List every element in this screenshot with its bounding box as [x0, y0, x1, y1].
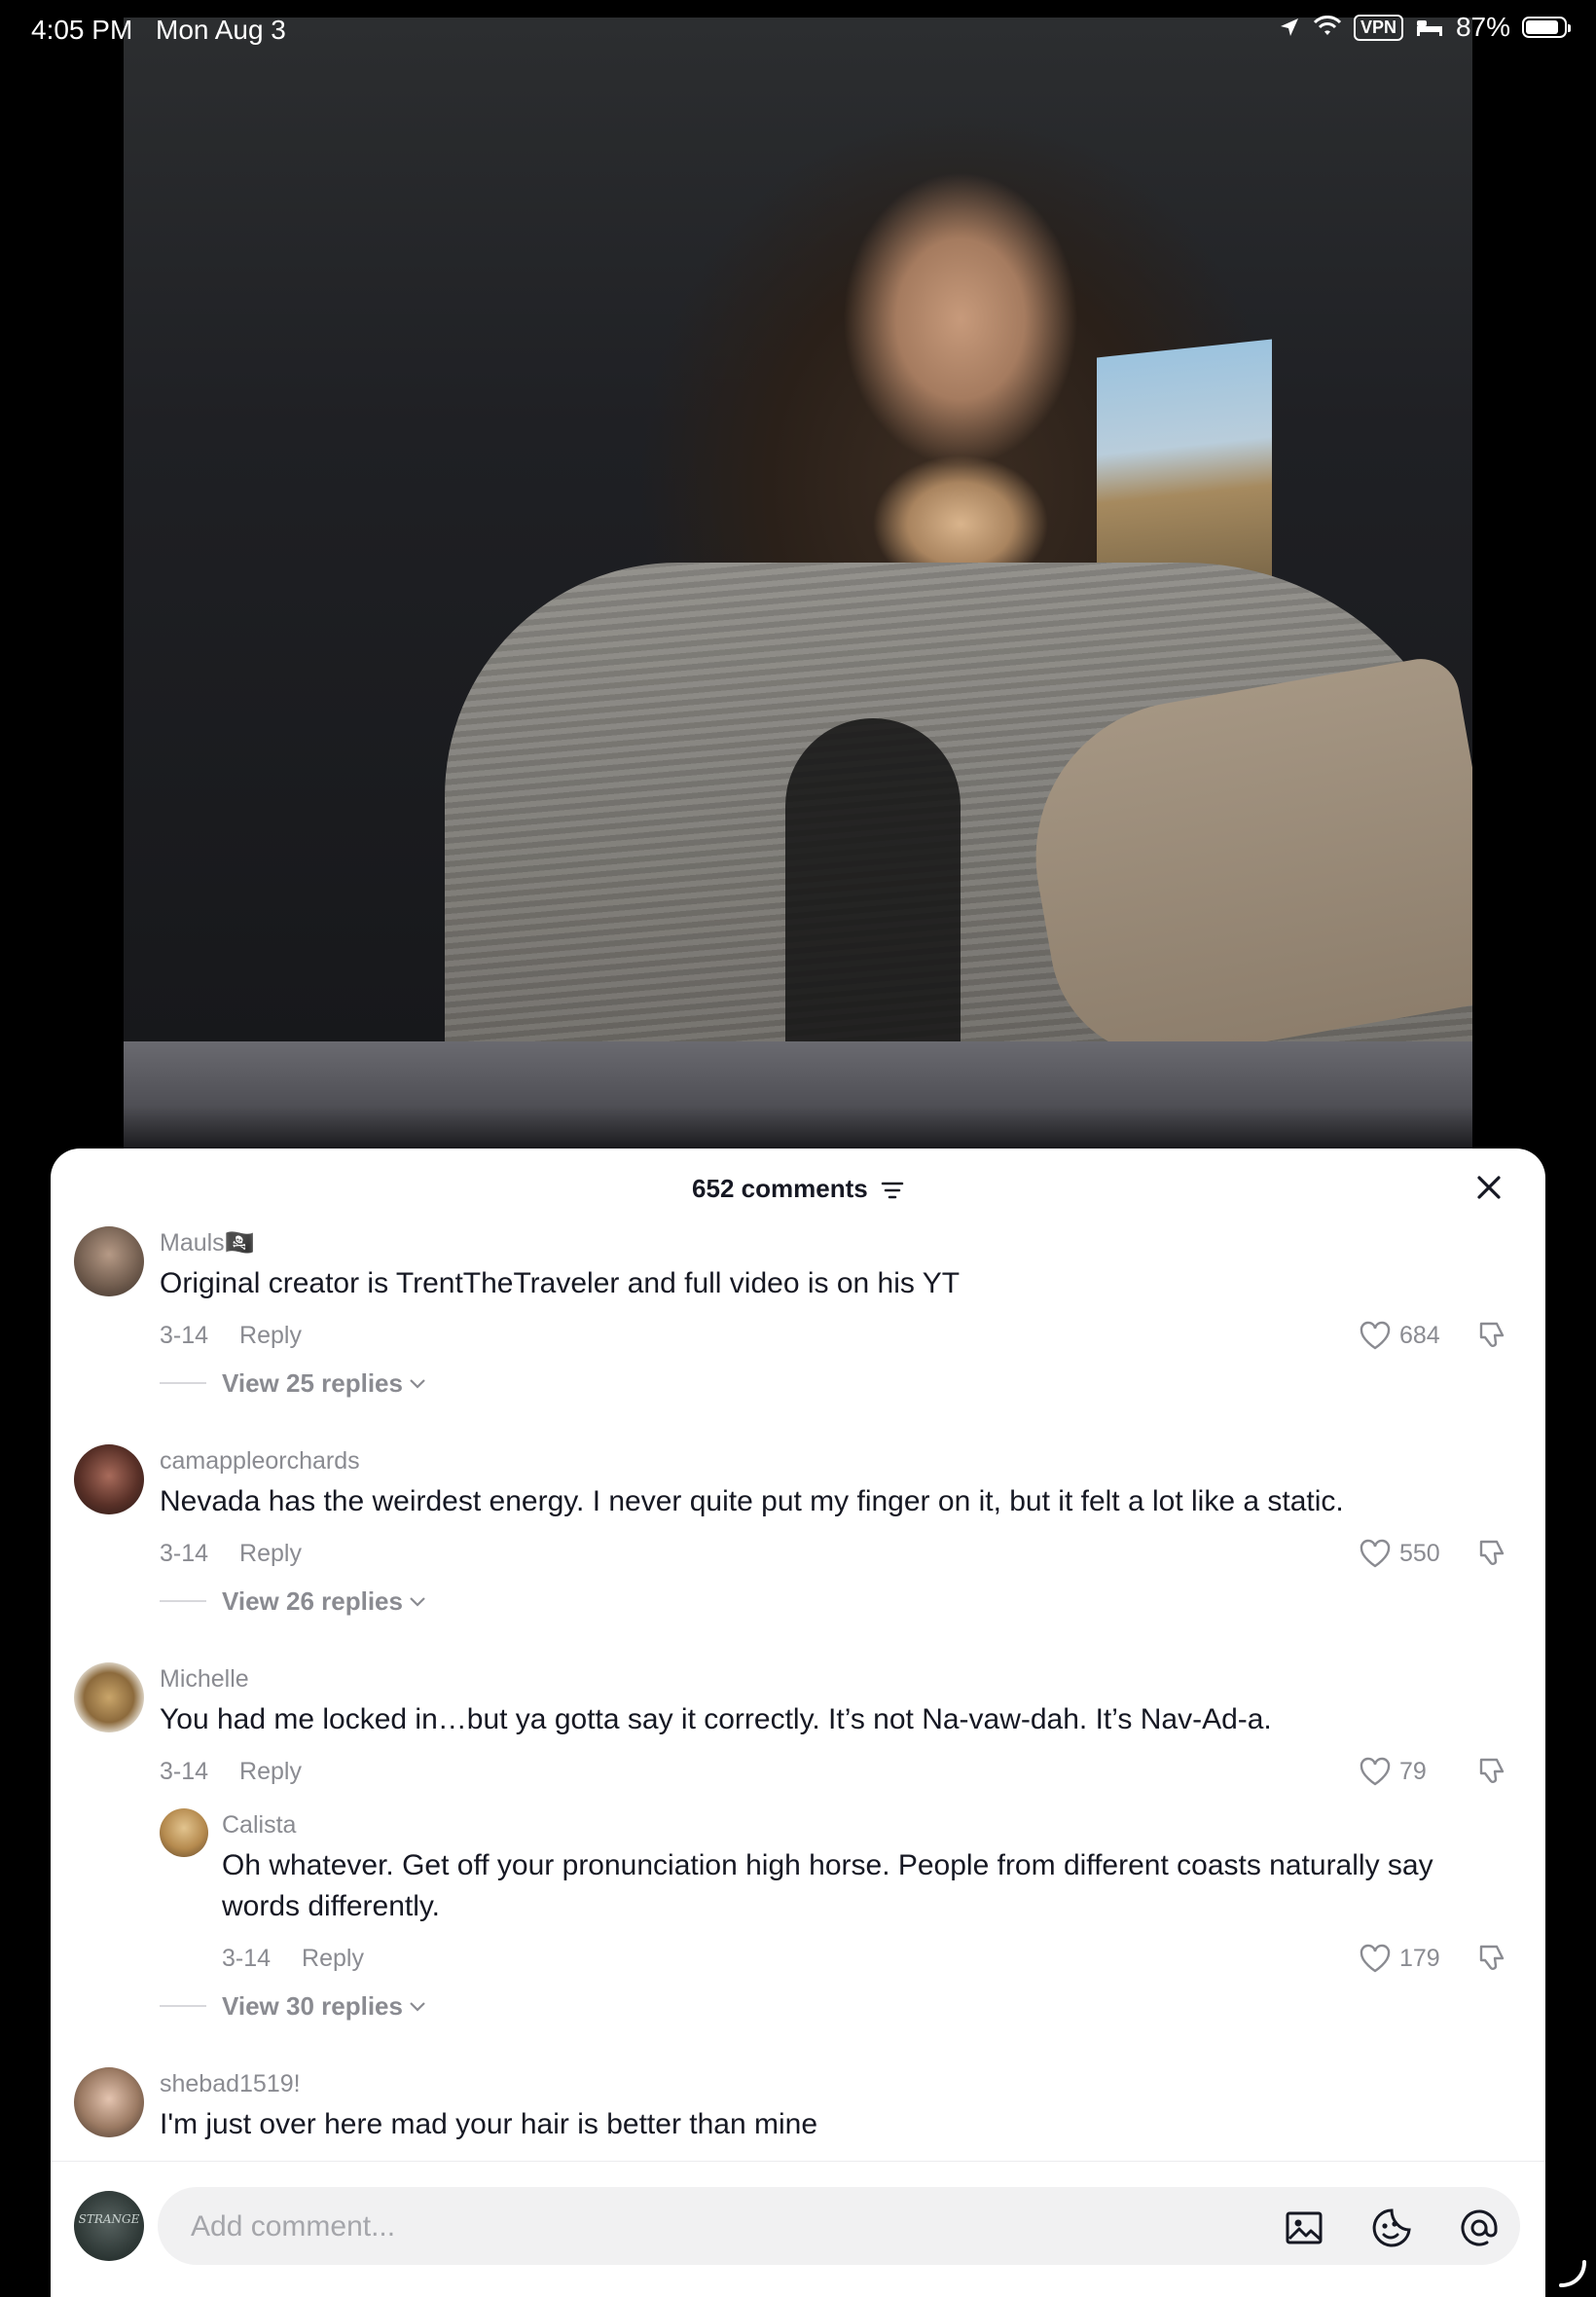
comment-username[interactable]: Mauls🏴‍☠️ — [160, 1226, 1510, 1259]
video-shadow — [785, 718, 961, 1041]
sticker-icon[interactable] — [1370, 2206, 1413, 2249]
filter-icon[interactable] — [881, 1181, 904, 1200]
status-time: 4:05 PM — [31, 15, 133, 45]
divider — [160, 2005, 206, 2007]
comment-text: Original creator is TrentTheTraveler and… — [160, 1267, 961, 1299]
comment-date: 3-14 — [160, 1321, 209, 1349]
video-player[interactable] — [124, 18, 1472, 1041]
like-button[interactable]: 179 — [1359, 1943, 1446, 1974]
view-replies-button[interactable]: View 30 replies — [160, 1989, 1510, 2023]
heart-icon — [1360, 1757, 1391, 1786]
composer-icons — [1283, 2206, 1501, 2249]
like-count: 79 — [1399, 1757, 1427, 1785]
comment-text: You had me locked in…but ya gotta say it… — [160, 1703, 1272, 1735]
comment-meta: 3-14 Reply 79 — [160, 1754, 1510, 1789]
comment-username[interactable]: camappleorchards — [160, 1444, 1510, 1477]
mention-icon[interactable] — [1458, 2206, 1501, 2249]
reply-button[interactable]: Reply — [239, 1758, 302, 1786]
dislike-icon[interactable] — [1475, 1754, 1510, 1789]
avatar[interactable] — [74, 1226, 144, 1296]
video-bottom-fade — [124, 1041, 1472, 1148]
dislike-icon[interactable] — [1475, 1941, 1510, 1976]
heart-icon — [1360, 1944, 1391, 1973]
like-button[interactable]: 79 — [1359, 1756, 1446, 1787]
resize-handle-icon[interactable] — [1555, 2256, 1590, 2291]
reply-username[interactable]: Calista — [222, 1808, 1510, 1841]
like-count: 179 — [1399, 1944, 1440, 1972]
comments-list[interactable]: Mauls🏴‍☠️ Original creator is TrentTheTr… — [51, 1226, 1545, 2239]
battery-icon — [1522, 17, 1571, 38]
comments-count: 652 comments — [692, 1174, 868, 1203]
reply-item: Calista Oh whatever. Get off your pronun… — [160, 1808, 1510, 1976]
comment-date: 3-14 — [160, 1757, 209, 1785]
comment-item: Mauls🏴‍☠️ Original creator is TrentTheTr… — [51, 1226, 1545, 1400]
battery-percent: 87% — [1455, 12, 1510, 42]
view-replies-button[interactable]: View 25 replies — [160, 1367, 1510, 1400]
close-icon[interactable] — [1471, 1170, 1506, 1205]
dislike-icon[interactable] — [1475, 1536, 1510, 1571]
view-replies-button[interactable]: View 26 replies — [160, 1585, 1510, 1618]
avatar[interactable] — [74, 2067, 144, 2137]
status-bar: 4:05 PM Mon Aug 3 VPN 87% — [0, 0, 1596, 60]
reply-text: Oh whatever. Get off your pronunciation … — [222, 1849, 1433, 1922]
comment-item: shebad1519! I'm just over here mad your … — [51, 2067, 1545, 2145]
vpn-badge: VPN — [1353, 14, 1403, 41]
comment-item: Michelle You had me locked in…but ya got… — [51, 1662, 1545, 2023]
comment-item: camappleorchards Nevada has the weirdest… — [51, 1444, 1545, 1618]
comment-text: I'm just over here mad your hair is bett… — [160, 2108, 818, 2140]
my-avatar[interactable]: STRANGE — [74, 2191, 144, 2261]
comment-meta: 3-14 Reply 684 — [160, 1318, 1510, 1353]
like-count: 684 — [1399, 1321, 1440, 1349]
reply-button[interactable]: Reply — [302, 1945, 364, 1973]
status-icons: VPN 87% — [1278, 12, 1571, 43]
avatar[interactable] — [74, 1662, 144, 1732]
heart-icon — [1360, 1539, 1391, 1568]
like-button[interactable]: 550 — [1359, 1538, 1446, 1569]
like-button[interactable]: 684 — [1359, 1320, 1446, 1351]
view-replies-label: View 30 replies — [222, 1990, 403, 2021]
bed-icon — [1416, 20, 1442, 36]
view-replies-label: View 25 replies — [222, 1367, 403, 1398]
divider — [160, 1382, 206, 1384]
avatar[interactable] — [160, 1808, 208, 1857]
comments-sheet: 652 comments Mauls🏴‍☠️ Original creator … — [51, 1148, 1545, 2297]
avatar[interactable] — [74, 1444, 144, 1514]
sheet-title-wrap: 652 comments — [51, 1174, 1545, 1204]
reply-meta: 3-14 Reply 179 — [222, 1941, 1510, 1976]
my-avatar-text: STRANGE — [78, 2212, 140, 2226]
dislike-icon[interactable] — [1475, 1318, 1510, 1353]
chevron-down-icon — [410, 2002, 425, 2012]
reply-button[interactable]: Reply — [239, 1540, 302, 1568]
comment-meta: 3-14 Reply 550 — [160, 1536, 1510, 1571]
comment-input-wrap[interactable] — [158, 2187, 1520, 2267]
status-date: Mon Aug 3 — [156, 15, 286, 45]
chevron-down-icon — [410, 1379, 425, 1389]
comment-text: Nevada has the weirdest energy. I never … — [160, 1485, 1344, 1517]
comment-input[interactable] — [189, 2187, 1166, 2267]
comment-composer: STRANGE — [51, 2161, 1545, 2297]
view-replies-label: View 26 replies — [222, 1586, 403, 1616]
chevron-down-icon — [410, 1597, 425, 1607]
comment-date: 3-14 — [160, 1539, 209, 1567]
heart-icon — [1360, 1321, 1391, 1350]
location-arrow-icon — [1280, 18, 1298, 36]
divider — [160, 1600, 206, 1602]
comment-username[interactable]: Michelle — [160, 1662, 1510, 1695]
reply-date: 3-14 — [222, 1944, 272, 1972]
image-icon[interactable] — [1283, 2206, 1325, 2249]
like-count: 550 — [1399, 1539, 1440, 1567]
comment-username[interactable]: shebad1519! — [160, 2067, 1510, 2100]
wifi-icon — [1313, 16, 1342, 35]
reply-button[interactable]: Reply — [239, 1322, 302, 1350]
sheet-header: 652 comments — [51, 1148, 1545, 1226]
